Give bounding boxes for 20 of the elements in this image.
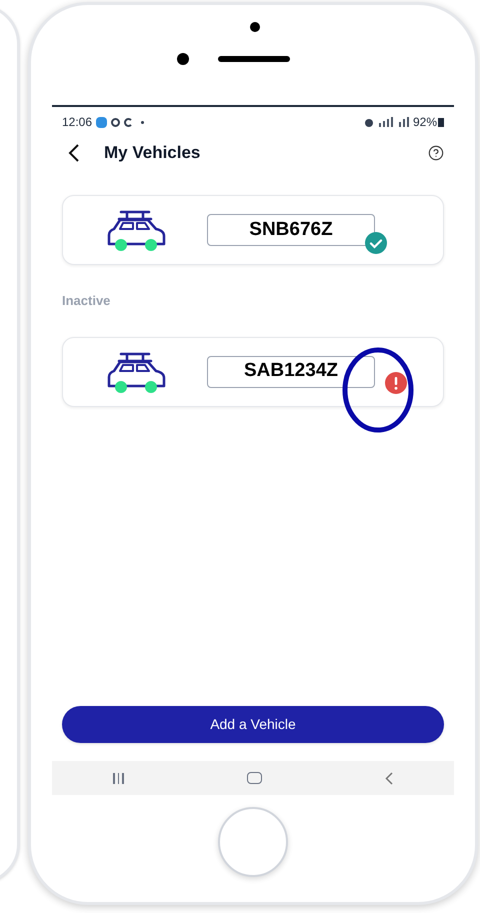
battery-level: 92% <box>412 114 437 131</box>
speaker-grille <box>218 56 290 62</box>
section-heading: Inactive <box>62 292 112 310</box>
vehicle-card[interactable]: SNB676Z <box>62 195 444 265</box>
back-icon[interactable] <box>384 772 393 784</box>
camera-icon <box>177 53 189 65</box>
battery-icon <box>438 118 444 126</box>
vehicle-card[interactable]: SAB1234Z <box>62 336 444 406</box>
chevron-left-icon <box>68 144 80 162</box>
add-vehicle-button[interactable]: Add a Vehicle <box>62 706 444 743</box>
signal-icons <box>364 117 409 127</box>
help-icon[interactable] <box>428 145 444 161</box>
status-time: 12:06 <box>62 114 92 131</box>
recent-apps-icon[interactable] <box>113 772 124 784</box>
home-icon[interactable] <box>246 772 262 784</box>
plate-number: SNB676Z <box>207 214 375 246</box>
plate-number: SAB1234Z <box>207 356 375 388</box>
notification-icons <box>96 116 144 128</box>
page-title: My Vehicles <box>104 142 200 164</box>
car-icon <box>105 208 167 252</box>
